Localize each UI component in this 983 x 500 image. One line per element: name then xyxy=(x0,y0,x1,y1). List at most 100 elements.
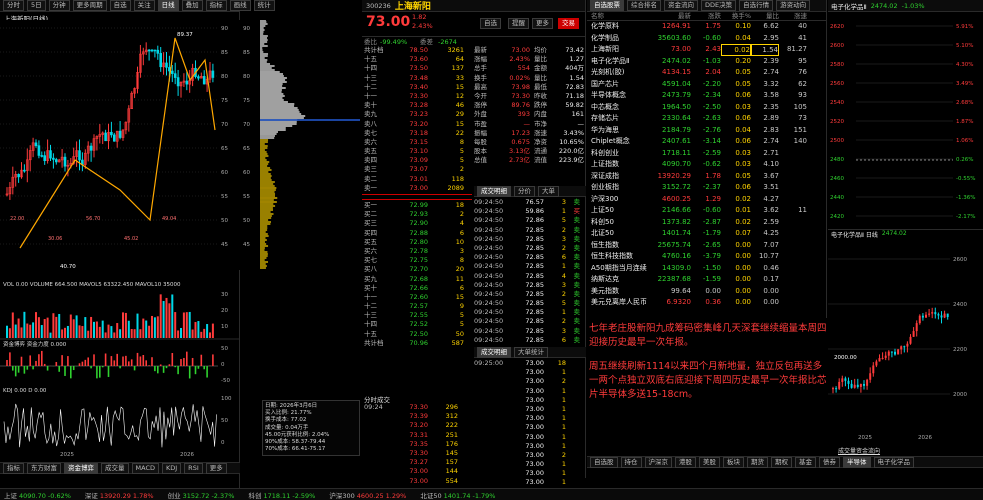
watch-row[interactable]: 科创创业 1718.11 -2.59 0.03 2.71 xyxy=(587,148,826,160)
status-index[interactable]: 深证 13920.29 1.78% xyxy=(85,490,154,500)
order-row[interactable]: 十五 72.50 50 xyxy=(362,330,472,339)
order-row[interactable]: 卖二 73.01 118 xyxy=(362,175,472,184)
status-index[interactable]: 沪深300 4600.25 1.29% xyxy=(329,490,406,500)
status-index[interactable]: 科创 1718.11 -2.59% xyxy=(248,490,315,500)
watch-row[interactable]: 化学制品 35603.60 -0.60 0.04 2.95 41 xyxy=(587,33,826,45)
trades-tab-0[interactable]: 成交明细 xyxy=(477,186,511,197)
status-index[interactable]: 北证50 1401.74 -1.79% xyxy=(420,490,495,500)
toolbar-tab-5[interactable]: 关注 xyxy=(134,0,155,11)
watch-header-cell[interactable]: 名称 xyxy=(587,12,655,20)
watch-row[interactable]: 上海新阳 73.00 2.43 0.02 1.54 81.27 xyxy=(587,44,826,56)
order-row[interactable]: 买二 72.93 2 xyxy=(362,210,472,219)
order-row[interactable]: 买七 72.75 8 xyxy=(362,256,472,265)
order-row[interactable]: 卖三 73.07 2 xyxy=(362,165,472,174)
order-row[interactable]: 买九 72.68 11 xyxy=(362,275,472,284)
status-index[interactable]: 上证 4090.70 -0.62% xyxy=(4,490,71,500)
order-row[interactable]: 卖一 73.00 2089 xyxy=(362,184,472,193)
order-row[interactable]: 共计档 78.50 3261 xyxy=(362,46,472,55)
side-intraday-chart[interactable]: 2620 5.91% 2600 5.10% 2580 4.30% 2560 3.49% 2540… xyxy=(828,12,983,227)
sector-tab-2[interactable]: 沪深京 xyxy=(645,457,673,468)
order-row[interactable]: 卖四 73.09 5 xyxy=(362,156,472,165)
order-row[interactable]: 买三 72.90 4 xyxy=(362,219,472,228)
watch-header-cell[interactable]: 换手% xyxy=(721,12,751,20)
side-kline-chart[interactable]: 2600 2400 2200 2000 2000.00 2025 2026 xyxy=(828,239,983,444)
order-row[interactable]: 十四 73.50 137 xyxy=(362,64,472,73)
order-row[interactable]: 卖十 73.28 46 xyxy=(362,101,472,110)
order-row[interactable]: 十二 73.40 15 xyxy=(362,83,472,92)
watch-tab-0[interactable]: 自选股票 xyxy=(590,0,624,11)
toolbar-tab-10[interactable]: 统计 xyxy=(254,0,275,11)
watch-row[interactable]: 恒生指数 25675.74 -2.65 0.00 7.07 xyxy=(587,240,826,252)
order-row[interactable]: 买一 72.99 18 xyxy=(362,201,472,210)
toolbar-tab-8[interactable]: 指标 xyxy=(206,0,227,11)
order-row[interactable]: 十一 72.60 15 xyxy=(362,293,472,302)
sector-tab-4[interactable]: 美股 xyxy=(699,457,720,468)
watch-row[interactable]: Chiplet概念 2407.61 -3.14 0.06 2.74 140 xyxy=(587,136,826,148)
order-row[interactable]: 十三 73.48 33 xyxy=(362,74,472,83)
watch-header-cell[interactable]: 涨速 xyxy=(779,12,807,20)
watch-row[interactable]: 华为海思 2184.79 -2.76 0.04 2.83 151 xyxy=(587,125,826,137)
order-row[interactable]: 买六 72.78 3 xyxy=(362,247,472,256)
more-button[interactable]: 更多 xyxy=(532,18,553,29)
watch-row[interactable]: A50期指当月连续 14309.0 -1.50 0.00 0.46 xyxy=(587,263,826,275)
volume-chart[interactable]: 30 20 10 xyxy=(0,282,240,340)
watch-row[interactable]: 国产芯片 4591.04 -2.20 0.05 3.32 62 xyxy=(587,79,826,91)
trade-button[interactable]: 交易 xyxy=(558,18,579,29)
watch-row[interactable]: 半导体概念 2473.79 -2.34 0.06 3.58 93 xyxy=(587,90,826,102)
order-row[interactable]: 卖五 73.10 5 xyxy=(362,147,472,156)
watch-row[interactable]: 电子化学品Ⅱ 2474.02 -1.03 0.20 2.39 95 xyxy=(587,56,826,68)
toolbar-tab-3[interactable]: 更多周期 xyxy=(73,0,107,11)
watch-row[interactable]: 中芯概念 1964.50 -2.50 0.03 2.35 105 xyxy=(587,102,826,114)
order-row[interactable]: 十四 72.52 5 xyxy=(362,320,472,329)
order-row[interactable]: 十一 73.30 12 xyxy=(362,92,472,101)
watch-row[interactable]: 存储芯片 2330.64 -2.63 0.06 2.89 73 xyxy=(587,113,826,125)
indicator-tab-0[interactable]: 指标 xyxy=(3,463,24,474)
lower-tab-1[interactable]: 大单统计 xyxy=(514,347,548,358)
watch-row[interactable]: 恒生科技指数 4760.16 -3.79 0.00 10.77 xyxy=(587,251,826,263)
watch-row[interactable]: 上证50 2146.66 -0.60 0.01 3.62 11 xyxy=(587,205,826,217)
watch-row[interactable]: 化学原料 1264.91 1.75 0.10 6.62 40 xyxy=(587,21,826,33)
watch-tab-1[interactable]: 综合排名 xyxy=(627,0,661,11)
watch-row[interactable]: 纳斯达克 22387.68 -1.59 0.00 0.17 xyxy=(587,274,826,286)
toolbar-tab-4[interactable]: 自选 xyxy=(110,0,131,11)
watch-row[interactable]: 上证指数 4090.70 -0.62 0.03 4.10 xyxy=(587,159,826,171)
sector-tab-9[interactable]: 债券 xyxy=(819,457,840,468)
trades-tab-2[interactable]: 大单 xyxy=(538,186,559,197)
kdj-chart[interactable]: 100 50 0 xyxy=(0,388,240,454)
toolbar-tab-7[interactable]: 叠加 xyxy=(182,0,203,11)
indicator-tab-5[interactable]: KDJ xyxy=(162,463,181,474)
order-row[interactable]: 买四 72.88 6 xyxy=(362,229,472,238)
watch-row[interactable]: 北证50 1401.74 -1.79 0.07 4.25 xyxy=(587,228,826,240)
toolbar-tab-2[interactable]: 分钟 xyxy=(49,0,70,11)
watch-row[interactable]: 美元兑离岸人民币 6.9320 0.36 0.00 0.00 xyxy=(587,297,826,309)
order-row[interactable]: 卖九 73.23 29 xyxy=(362,110,472,119)
watch-row[interactable]: 创业板指 3152.72 -2.37 0.06 3.51 xyxy=(587,182,826,194)
toolbar-tab-1[interactable]: 5日 xyxy=(27,0,46,11)
watch-tab-5[interactable]: 游资动向 xyxy=(776,0,810,11)
sector-tab-0[interactable]: 自选股 xyxy=(590,457,618,468)
order-row[interactable]: 买五 72.80 10 xyxy=(362,238,472,247)
watch-row[interactable]: 科创50 1373.82 -2.87 0.02 2.59 xyxy=(587,217,826,229)
watch-tab-2[interactable]: 资金流向 xyxy=(664,0,698,11)
mini-link[interactable]: 成交量资金流向 xyxy=(838,446,880,455)
order-row[interactable]: 卖六 73.15 8 xyxy=(362,138,472,147)
watch-header-cell[interactable]: 量比 xyxy=(751,12,779,20)
watch-row[interactable]: 深证成指 13920.29 1.78 0.05 3.67 xyxy=(587,171,826,183)
sector-tab-6[interactable]: 期货 xyxy=(747,457,768,468)
watch-row[interactable]: 美元指数 99.64 0.00 0.00 0.00 xyxy=(587,286,826,298)
indicator-tab-2[interactable]: 资金博弈 xyxy=(64,463,98,474)
indicator-tab-1[interactable]: 东方财富 xyxy=(27,463,61,474)
order-row[interactable]: 十三 72.55 5 xyxy=(362,311,472,320)
order-row[interactable]: 十二 72.57 9 xyxy=(362,302,472,311)
watch-header-cell[interactable]: 涨跌 xyxy=(691,12,721,20)
watch-tab-3[interactable]: DDE决策 xyxy=(701,0,736,11)
indicator-tab-6[interactable]: RSI xyxy=(184,463,203,474)
sector-tab-7[interactable]: 期权 xyxy=(771,457,792,468)
watch-tab-4[interactable]: 自选行情 xyxy=(739,0,773,11)
lower-tab-0[interactable]: 成交明细 xyxy=(477,347,511,358)
kline-chart[interactable]: 9085807570656055504589.3740.7022.0030.06… xyxy=(0,20,240,270)
order-row[interactable]: 卖七 73.18 22 xyxy=(362,129,472,138)
alert-button[interactable]: 提醒 xyxy=(508,18,529,29)
watch-header-cell[interactable]: 最新 xyxy=(655,12,691,20)
order-row[interactable]: 卖八 73.20 15 xyxy=(362,120,472,129)
